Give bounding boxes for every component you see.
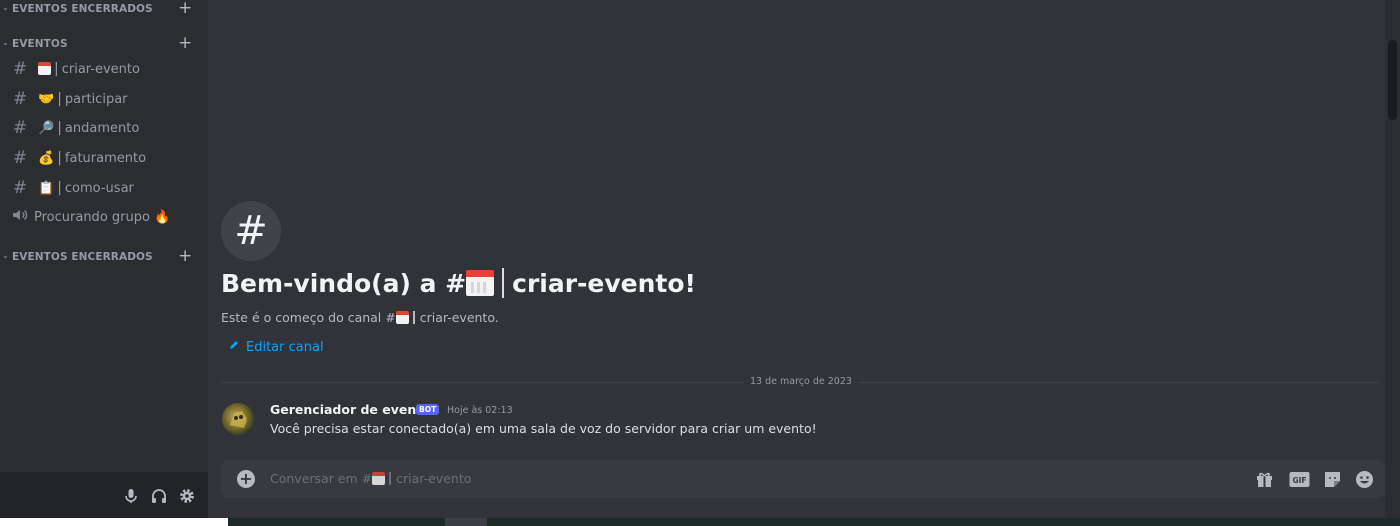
settings-icon[interactable]	[178, 487, 196, 505]
channel-start-text: Este é o começo do canal # criar-evento.	[221, 310, 499, 325]
channel-participar[interactable]: # 🤝 | participar	[8, 86, 202, 112]
message-text: Você precisa estar conectado(a) em uma s…	[270, 421, 817, 436]
channel-como-usar[interactable]: # 📋 | como-usar	[8, 175, 202, 201]
bot-tag: BOT	[416, 404, 440, 415]
hash-icon: #	[12, 59, 28, 79]
scrollbar[interactable]	[1385, 0, 1400, 518]
separator-bar	[502, 268, 505, 298]
emoji-icon[interactable]	[1355, 470, 1374, 489]
channel-separator: |	[54, 61, 59, 77]
calendar-icon	[466, 269, 495, 298]
speaker-icon	[12, 207, 28, 227]
add-channel-button[interactable]: +	[178, 0, 192, 18]
channel-sidebar: ⌄ EVENTOS ENCERRADOS + ⌄ EVENTOS + # | c…	[0, 0, 208, 526]
channel-criar-evento[interactable]: # | criar-evento	[8, 56, 202, 82]
channel-name: andamento	[64, 120, 140, 136]
headphones-icon[interactable]	[150, 487, 168, 505]
pencil-icon	[228, 339, 240, 355]
message-input[interactable]: Conversar em # criar-evento	[270, 471, 471, 486]
calendar-icon	[395, 310, 409, 325]
add-channel-button[interactable]: +	[178, 246, 192, 266]
channel-name: faturamento	[64, 150, 147, 166]
category-eventos-encerrados-top[interactable]: ⌄ EVENTOS ENCERRADOS +	[0, 0, 208, 20]
placeholder-prefix: Conversar em #	[270, 471, 373, 486]
taskbar-strip	[0, 518, 1400, 526]
welcome-title: Bem-vindo(a) a # criar-evento!	[221, 268, 696, 298]
channel-name: Procurando grupo 🔥	[34, 209, 171, 225]
message-timestamp: Hoje às 02:13	[447, 405, 513, 416]
microphone-icon[interactable]	[122, 487, 140, 505]
channel-separator: |	[57, 120, 62, 136]
placeholder-channel: criar-evento	[396, 471, 472, 486]
edit-channel-link[interactable]: Editar canal	[228, 339, 324, 355]
welcome-prefix: Bem-vindo(a) a #	[221, 269, 467, 298]
channel-faturamento[interactable]: # 💰 | faturamento	[8, 145, 202, 171]
add-channel-button[interactable]: +	[178, 33, 192, 53]
sticker-icon[interactable]	[1323, 470, 1342, 489]
chevron-down-icon: ⌄	[2, 38, 9, 47]
category-label: EVENTOS ENCERRADOS	[12, 251, 153, 263]
hash-icon: #	[12, 148, 28, 168]
category-label: EVENTOS	[12, 38, 68, 50]
channel-name: participar	[64, 91, 128, 107]
hash-icon: #	[12, 89, 28, 109]
scrollbar-thumb[interactable]	[1388, 40, 1397, 120]
separator-bar	[389, 472, 392, 485]
channel-andamento[interactable]: # 🔎 | andamento	[8, 115, 202, 141]
channel-name: criar-evento	[61, 61, 140, 77]
channel-separator: |	[57, 150, 62, 166]
separator-bar	[412, 311, 415, 324]
add-attachment-button[interactable]: +	[237, 470, 255, 488]
voice-channel-procurando-grupo[interactable]: Procurando grupo 🔥	[8, 204, 202, 230]
gift-icon[interactable]	[1255, 470, 1274, 489]
magnifier-icon: 🔎	[38, 120, 55, 136]
handshake-icon: 🤝	[38, 91, 55, 107]
welcome-channel-name: criar-evento!	[512, 269, 696, 298]
money-bag-icon: 💰	[38, 150, 55, 166]
taskbar-start-area	[0, 518, 228, 526]
calendar-icon	[372, 471, 386, 486]
date-divider: 13 de março de 2023	[744, 376, 858, 387]
hash-icon: #	[12, 178, 28, 198]
user-panel	[0, 472, 208, 518]
chevron-down-icon: ⌄	[2, 3, 9, 12]
svg-text:GIF: GIF	[1292, 476, 1306, 485]
subtitle-channel-name: criar-evento.	[419, 310, 499, 325]
channel-hash-icon: #	[221, 201, 281, 261]
gif-icon[interactable]: GIF	[1289, 470, 1310, 489]
subtitle-prefix: Este é o começo do canal #	[221, 310, 396, 325]
category-eventos[interactable]: ⌄ EVENTOS +	[0, 33, 208, 55]
clipboard-icon: 📋	[38, 180, 55, 196]
taskbar-tab[interactable]	[445, 518, 487, 526]
edit-channel-label: Editar canal	[246, 339, 324, 355]
channel-separator: |	[57, 180, 62, 196]
chevron-down-icon: ⌄	[2, 251, 9, 260]
category-eventos-encerrados[interactable]: ⌄ EVENTOS ENCERRADOS +	[0, 246, 208, 268]
avatar[interactable]	[222, 403, 254, 435]
message-composer[interactable]: + Conversar em # criar-evento GIF	[221, 460, 1385, 498]
channel-separator: |	[57, 91, 62, 107]
calendar-icon	[38, 62, 51, 76]
hash-icon: #	[12, 118, 28, 138]
channel-name: como-usar	[64, 180, 134, 196]
message-author[interactable]: Gerenciador de eventos	[270, 402, 438, 417]
category-label: EVENTOS ENCERRADOS	[12, 3, 153, 15]
